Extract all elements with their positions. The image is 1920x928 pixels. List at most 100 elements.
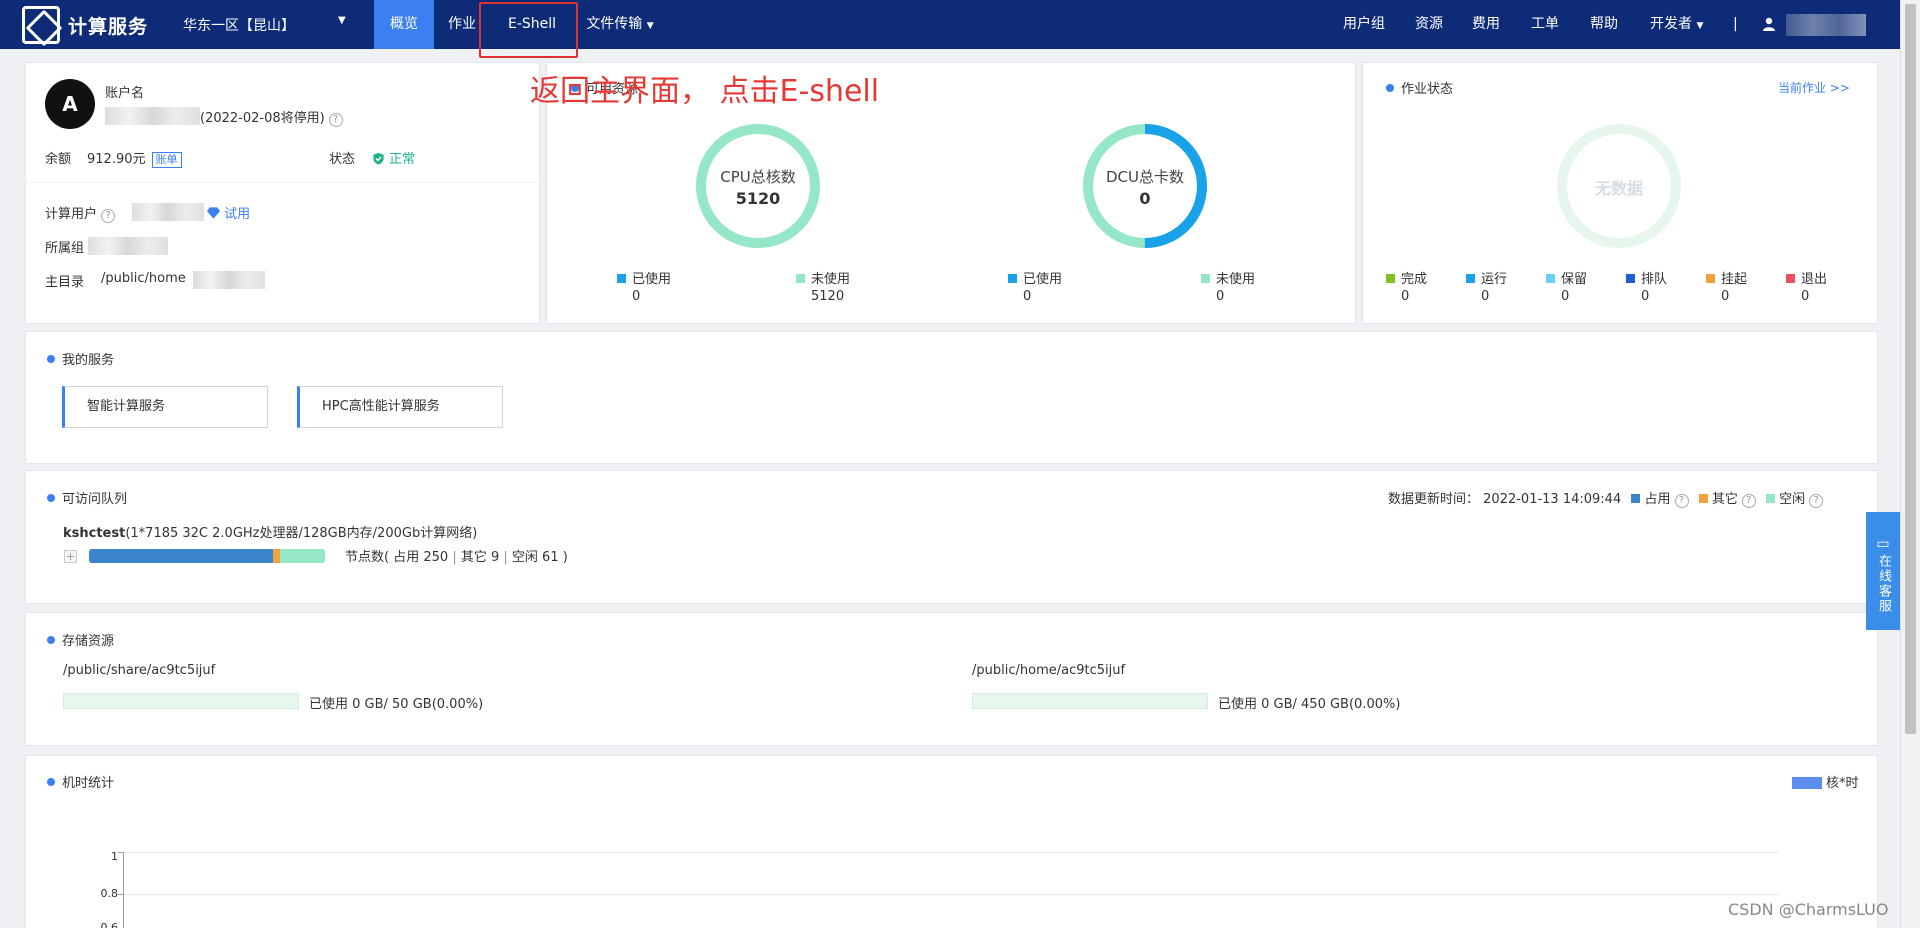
legend-swatch [1792, 777, 1822, 789]
storage-path-share: /public/share/ac9tc5ijuf [63, 663, 216, 678]
nav-billing[interactable]: 费用 [1472, 0, 1500, 49]
nodes-other: 其它 9 [460, 550, 500, 565]
queue-row-title: kshctest(1*7185 32C 2.0GHz处理器/128GB内存/20… [63, 522, 477, 541]
cpu-free-legend: 未使用 5120 [796, 268, 850, 304]
bullet-dot [47, 635, 55, 644]
logo-text: 计算服务 [68, 15, 149, 38]
nav-file-transfer[interactable]: 文件传输 ▼ [580, 0, 660, 49]
y-tick-label: 0.8 [100, 887, 119, 900]
legend-swatch [1765, 494, 1775, 503]
chevron-down-icon[interactable]: ▼ [338, 15, 346, 26]
job-state-value: 0 [1481, 289, 1490, 304]
account-name-redacted [105, 107, 200, 125]
queue-bar-free [280, 549, 325, 563]
group-label: 所属组 [45, 241, 85, 256]
queue-name[interactable]: kshctest [63, 526, 125, 541]
queues-title: 可访问队列 [47, 488, 127, 507]
current-jobs-link[interactable]: 当前作业 >> [1778, 79, 1850, 96]
logo[interactable]: 计算服务 [22, 6, 148, 44]
shield-check-icon [373, 152, 384, 165]
help-icon[interactable]: ? [1741, 494, 1756, 508]
queue-update-info: 数据更新时间： 2022-01-13 14:09:44 占用? 其它? 空闲? [1388, 488, 1824, 508]
group-redacted [88, 237, 168, 255]
nav-resources[interactable]: 资源 [1415, 0, 1443, 49]
home-path: /public/home [101, 271, 186, 286]
dcu-free-value: 0 [1216, 289, 1225, 304]
queue-usage-bar [89, 549, 325, 563]
status-badge: 正常 [372, 148, 415, 167]
nav-developer[interactable]: 开发者 ▼ [1650, 0, 1703, 49]
status-value: 正常 [389, 152, 416, 167]
compute-user-label-text: 计算用户 [45, 207, 98, 222]
queue-node-counts: 节点数( 占用 250 | 其它 9 | 空闲 61 ) [345, 550, 568, 565]
help-icon[interactable]: ? [328, 113, 343, 127]
job-state-label: 退出 [1801, 272, 1828, 287]
cpu-used-value: 0 [632, 289, 641, 304]
nav-jobs[interactable]: 作业 [440, 0, 484, 49]
y-axis [123, 852, 124, 928]
watermark: CSDN @CharmsLUO [1728, 900, 1889, 919]
services-title: 我的服务 [47, 349, 114, 368]
caret-down-icon: ▼ [646, 21, 654, 31]
nav-tickets[interactable]: 工单 [1531, 0, 1559, 49]
job-state-complete: 完成 0 [1386, 268, 1427, 304]
nav-overview[interactable]: 概览 [374, 0, 434, 49]
legend-swatch [617, 274, 626, 283]
cpu-used-legend: 已使用 0 [617, 268, 671, 304]
online-service-button[interactable]: ▭在线客服 [1866, 512, 1900, 630]
dcu-free-label: 未使用 [1216, 272, 1256, 287]
job-state-label: 挂起 [1721, 272, 1748, 287]
divider [25, 182, 540, 183]
user-icon[interactable] [1762, 0, 1776, 49]
help-icon[interactable]: ? [101, 209, 116, 223]
bullet-dot [1386, 83, 1394, 92]
queue-desc: (1*7185 32C 2.0GHz处理器/128GB内存/200Gb计算网络) [125, 526, 478, 541]
caret-down-icon: ▼ [1696, 21, 1704, 31]
top-nav: 计算服务 华东一区【昆山】 ▼ 概览 作业 E-Shell 文件传输 ▼ 用户组… [0, 0, 1900, 49]
legend-swatch [1786, 274, 1795, 283]
job-state-value: 0 [1401, 289, 1410, 304]
page-scrollbar[interactable] [1900, 0, 1920, 928]
nav-help[interactable]: 帮助 [1590, 0, 1618, 49]
service-ai-compute[interactable]: 智能计算服务 [62, 386, 268, 428]
job-state-reserved: 保留 0 [1546, 268, 1587, 304]
help-icon[interactable]: ? [1674, 494, 1689, 508]
expand-icon[interactable]: + [64, 550, 77, 563]
legend-free: 空闲 [1779, 492, 1806, 507]
account-expiry-text: (2022-02-08将停用) [200, 111, 325, 126]
bullet-dot [47, 493, 55, 502]
compute-user-label: 计算用户? [45, 203, 116, 223]
nodes-label: 节点数( [345, 550, 390, 565]
machine-time-legend: 核*时 [1792, 772, 1859, 791]
machine-time-legend-label: 核*时 [1826, 776, 1859, 791]
cpu-free-label: 未使用 [811, 272, 851, 287]
nav-file-transfer-label: 文件传输 [586, 16, 643, 32]
y-tick [118, 894, 123, 895]
grid-line [124, 852, 1778, 853]
job-state-label: 排队 [1641, 272, 1668, 287]
dcu-used-legend: 已使用 0 [1008, 268, 1062, 304]
help-icon[interactable]: ? [1809, 494, 1824, 508]
legend-other: 其它 [1711, 492, 1738, 507]
bill-tag[interactable]: 账单 [151, 152, 182, 168]
online-service-label: 在线客服 [1876, 554, 1891, 614]
cpu-used-label: 已使用 [632, 272, 672, 287]
balance-label: 余额 [45, 152, 72, 167]
user-name-redacted[interactable] [1786, 14, 1866, 36]
trial-badge: 试用 [207, 203, 250, 222]
jobs-title: 作业状态 [1386, 78, 1453, 97]
highlight-box [479, 2, 578, 58]
legend-swatch [1201, 274, 1210, 283]
machine-time-card [25, 755, 1878, 928]
jobs-title-text: 作业状态 [1401, 82, 1454, 97]
region-selector[interactable]: 华东一区【昆山】 [183, 15, 295, 35]
service-hpc[interactable]: HPC高性能计算服务 [297, 386, 503, 428]
dcu-free-legend: 未使用 0 [1201, 268, 1255, 304]
storage-card [25, 612, 1878, 746]
nodes-used: 占用 250 [393, 550, 449, 565]
services-title-text: 我的服务 [62, 353, 115, 368]
nav-user-group[interactable]: 用户组 [1343, 0, 1385, 49]
bullet-dot [47, 354, 55, 363]
legend-swatch [1386, 274, 1395, 283]
scrollbar-thumb[interactable] [1905, 4, 1916, 734]
